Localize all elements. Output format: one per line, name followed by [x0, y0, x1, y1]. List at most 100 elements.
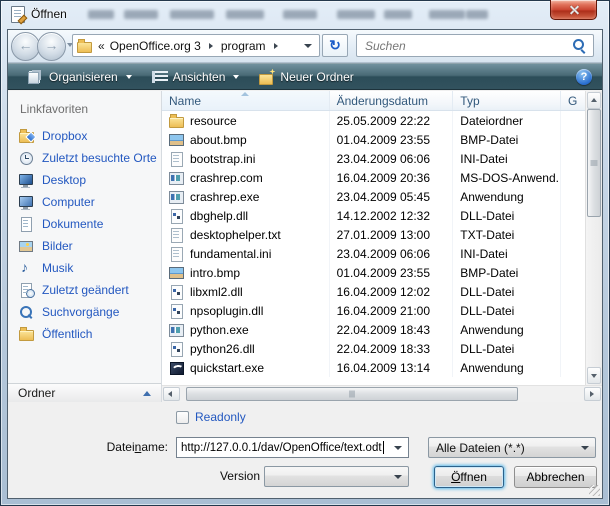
- file-row-python26-dll[interactable]: python26.dll 22.04.2009 18:33 DLL-Datei: [162, 339, 585, 358]
- menu-text-blur: [429, 10, 465, 19]
- chevron-right-icon[interactable]: [209, 43, 213, 49]
- search-box[interactable]: [356, 34, 594, 57]
- search-icon[interactable]: [573, 39, 584, 50]
- sidebar-item-dropbox[interactable]: Dropbox: [8, 125, 161, 147]
- sidebar-item-label: Desktop: [42, 173, 86, 187]
- sidebar-item-ffentlich[interactable]: Öffentlich: [8, 323, 161, 345]
- breadcrumb-overflow-chevron[interactable]: «: [98, 39, 105, 53]
- version-select[interactable]: [264, 466, 409, 487]
- close-icon: [568, 4, 579, 15]
- vertical-scrollbar[interactable]: [585, 91, 602, 385]
- sidebar-item-desktop[interactable]: Desktop: [8, 169, 161, 191]
- address-dropdown-icon[interactable]: [304, 44, 312, 48]
- breadcrumb-program[interactable]: program: [219, 39, 268, 53]
- column-header-nderungsdatum[interactable]: Änderungsdatum: [330, 91, 454, 110]
- file-row-fundamental-ini[interactable]: fundamental.ini 23.04.2009 06:06 INI-Dat…: [162, 244, 585, 263]
- version-label: Version: [212, 469, 260, 483]
- sidebar-item-zuletzt-ge-ndert[interactable]: Zuletzt geändert: [8, 279, 161, 301]
- file-date: 25.05.2009 22:22: [337, 114, 430, 128]
- chevron-right-icon[interactable]: [274, 43, 278, 49]
- scroll-left-button[interactable]: [163, 387, 180, 401]
- file-row-crashrep-com[interactable]: crashrep.com 16.04.2009 20:36 MS-DOS-Anw…: [162, 168, 585, 187]
- file-name: bootstrap.ini: [190, 152, 255, 166]
- file-row-libxml2-dll[interactable]: libxml2.dll 16.04.2009 12:02 DLL-Datei: [162, 282, 585, 301]
- file-row-npsoplugin-dll[interactable]: npsoplugin.dll 16.04.2009 21:00 DLL-Date…: [162, 301, 585, 320]
- file-name: resource: [190, 114, 237, 128]
- scroll-right-button[interactable]: [584, 387, 601, 401]
- file-name: crashrep.com: [190, 171, 263, 185]
- menu-text-blur: [466, 10, 488, 19]
- forward-button[interactable]: →: [37, 32, 66, 61]
- readonly-label[interactable]: Readonly: [195, 410, 246, 424]
- titlebar[interactable]: Öffnen: [0, 0, 610, 29]
- help-button[interactable]: ?: [576, 69, 592, 85]
- column-header-g[interactable]: G: [561, 91, 585, 110]
- column-header-typ[interactable]: Typ: [453, 91, 561, 110]
- file-date: 16.04.2009 21:00: [337, 304, 430, 318]
- cancel-button[interactable]: Abbrechen: [514, 466, 597, 488]
- file-size: [561, 149, 585, 168]
- views-label: Ansichten: [173, 70, 226, 84]
- resize-grip[interactable]: [589, 485, 600, 496]
- file-name: python.exe: [190, 323, 249, 337]
- breadcrumb-openoffice-org-3[interactable]: OpenOffice.org 3: [108, 39, 203, 53]
- vertical-scroll-thumb[interactable]: [587, 109, 601, 217]
- file-size: [561, 301, 585, 320]
- file-type: DLL-Datei: [460, 285, 514, 299]
- file-row-about-bmp[interactable]: about.bmp 01.04.2009 23:55 BMP-Datei: [162, 130, 585, 149]
- filetype-select[interactable]: Alle Dateien (*.*): [428, 437, 596, 458]
- readonly-checkbox[interactable]: [176, 411, 189, 424]
- sidebar-item-suchvorg-nge[interactable]: Suchvorgänge: [8, 301, 161, 323]
- new-folder-icon: [259, 70, 274, 84]
- organize-label: Organisieren: [49, 70, 118, 84]
- file-row-desktophelper-txt[interactable]: desktophelper.txt 27.01.2009 13:00 TXT-D…: [162, 225, 585, 244]
- file-name: desktophelper.txt: [190, 228, 281, 242]
- folder-icon: [77, 39, 92, 52]
- column-header-name[interactable]: Name: [162, 91, 330, 110]
- filetype-value: Alle Dateien (*.*): [436, 441, 525, 455]
- views-button[interactable]: Ansichten: [142, 64, 250, 89]
- file-row-resource[interactable]: resource 25.05.2009 22:22 Dateiordner: [162, 111, 585, 130]
- file-row-python-exe[interactable]: python.exe 22.04.2009 18:43 Anwendung: [162, 320, 585, 339]
- scroll-down-button[interactable]: [587, 367, 601, 384]
- dialog-footer: Readonly Dateiname: http://127.0.0.1/dav…: [8, 402, 602, 498]
- scroll-up-button[interactable]: [587, 92, 601, 109]
- sidebar-item-bilder[interactable]: Bilder: [8, 235, 161, 257]
- document-icon: [11, 6, 25, 23]
- dll-file-icon: [169, 284, 185, 300]
- filename-input[interactable]: http://127.0.0.1/dav/OpenOffice/text.odt: [176, 437, 409, 458]
- file-row-quickstart-exe[interactable]: quickstart.exe 16.04.2009 13:14 Anwendun…: [162, 358, 585, 377]
- file-row-bootstrap-ini[interactable]: bootstrap.ini 23.04.2009 06:06 INI-Datei: [162, 149, 585, 168]
- sidebar-item-dokumente[interactable]: Dokumente: [8, 213, 161, 235]
- filename-value: http://127.0.0.1/dav/OpenOffice/text.odt: [181, 442, 382, 454]
- horizontal-scroll-thumb[interactable]: [186, 387, 518, 401]
- sidebar-item-musik[interactable]: Musik: [8, 257, 161, 279]
- back-button[interactable]: ←: [11, 32, 40, 61]
- close-button[interactable]: [550, 0, 597, 20]
- filetype-dropdown-icon[interactable]: [581, 446, 589, 450]
- desktop-icon: [18, 172, 35, 188]
- sidebar-item-label: Öffentlich: [42, 327, 92, 341]
- open-label-post: ffnen: [460, 470, 486, 484]
- organize-button[interactable]: Organisieren: [18, 64, 142, 89]
- image-file-icon: [169, 132, 185, 148]
- file-row-crashrep-exe[interactable]: crashrep.exe 23.04.2009 05:45 Anwendung: [162, 187, 585, 206]
- sidebar-item-computer[interactable]: Computer: [8, 191, 161, 213]
- searches-icon: [18, 304, 35, 320]
- version-dropdown-icon[interactable]: [394, 475, 402, 479]
- filename-dropdown-icon[interactable]: [394, 446, 402, 450]
- horizontal-scrollbar[interactable]: [162, 385, 602, 402]
- file-row-dbghelp-dll[interactable]: dbghelp.dll 14.12.2002 12:32 DLL-Datei: [162, 206, 585, 225]
- address-bar[interactable]: « OpenOffice.org 3 program: [72, 34, 320, 57]
- search-input[interactable]: [357, 35, 593, 56]
- folders-expander[interactable]: Ordner: [8, 383, 161, 402]
- open-button[interactable]: Öffnen: [434, 466, 504, 488]
- file-row-intro-bmp[interactable]: intro.bmp 01.04.2009 23:55 BMP-Datei: [162, 263, 585, 282]
- sidebar-item-zuletzt-besuchte-orte[interactable]: Zuletzt besuchte Orte: [8, 147, 161, 169]
- file-name: dbghelp.dll: [190, 209, 248, 223]
- file-size: [561, 187, 585, 206]
- refresh-button[interactable]: ↻: [322, 34, 348, 57]
- new-folder-button[interactable]: Neuer Ordner: [249, 64, 363, 89]
- forward-arrow-icon: →: [38, 33, 65, 58]
- file-date: 16.04.2009 12:02: [337, 285, 430, 299]
